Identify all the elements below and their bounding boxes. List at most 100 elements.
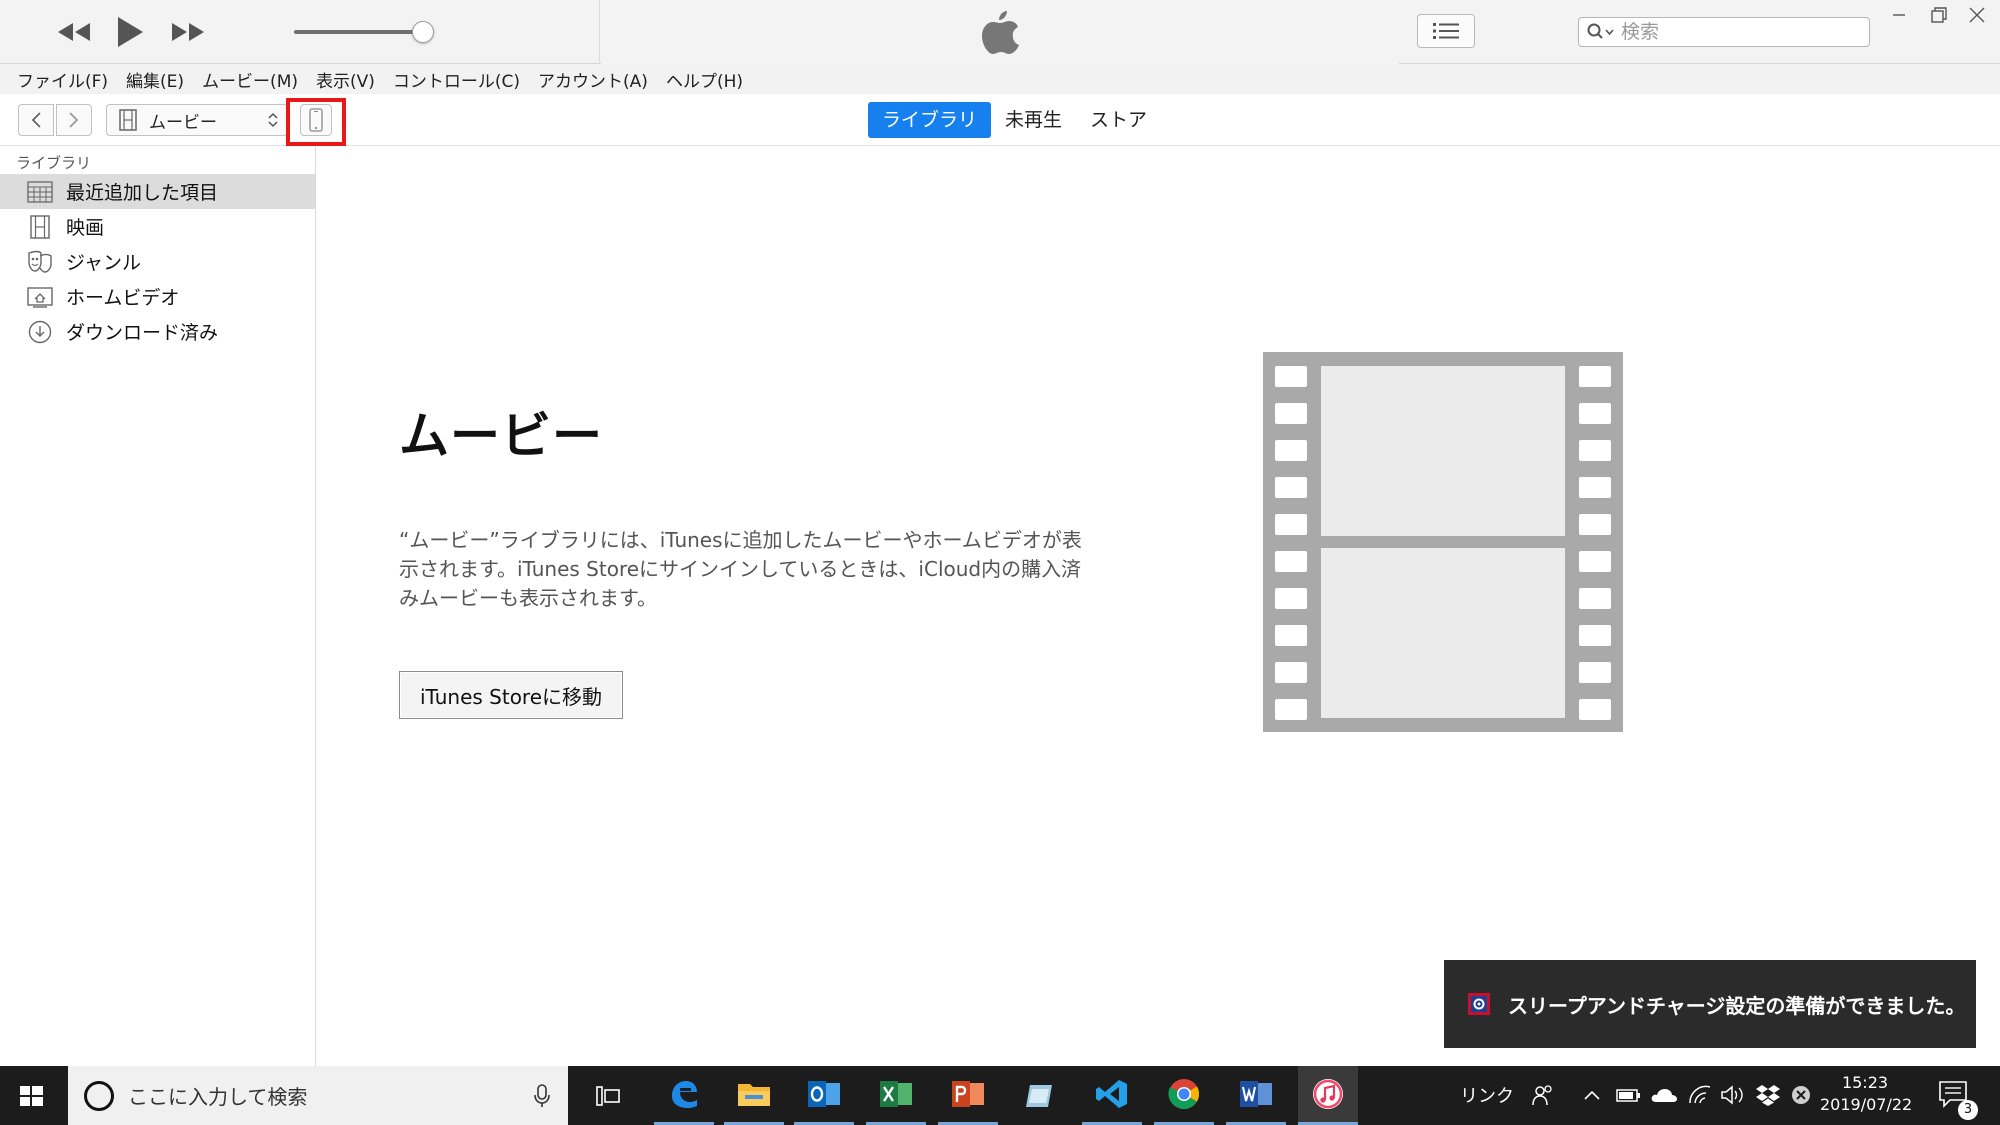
grid-icon	[26, 178, 54, 206]
minimize-button[interactable]	[1882, 2, 1916, 28]
dropbox-tray[interactable]	[1756, 1082, 1780, 1108]
speaker-icon	[1721, 1085, 1743, 1105]
links-toolbar[interactable]: リンク	[1460, 1082, 1514, 1108]
itunes-icon	[1313, 1079, 1343, 1109]
powerpoint-icon	[952, 1081, 984, 1107]
fast-forward-icon	[172, 23, 204, 41]
people-button[interactable]	[1530, 1082, 1556, 1108]
media-kind-select[interactable]: ムービー	[106, 104, 288, 136]
sidebar-item-downloaded[interactable]: ダウンロード済み	[0, 314, 315, 349]
sidebar-item-genres[interactable]: ジャンル	[0, 244, 315, 279]
apple-logo-icon	[982, 11, 1019, 54]
microphone-icon[interactable]	[534, 1083, 550, 1108]
system-clock[interactable]: 15:23 2019/07/22	[1820, 1072, 1912, 1116]
home-video-icon	[26, 283, 54, 311]
taskbar-search-box[interactable]: ここに入力して検索	[68, 1066, 568, 1125]
clock-time: 15:23	[1841, 1073, 1889, 1092]
vscode-icon	[1096, 1080, 1127, 1108]
vscode-app[interactable]	[1082, 1066, 1142, 1125]
cortana-icon	[84, 1080, 114, 1111]
sidebar-item-label: 最近追加した項目	[66, 182, 219, 204]
tab-library[interactable]: ライブラリ	[868, 102, 992, 138]
close-button[interactable]	[1960, 2, 1994, 28]
onedrive-tray[interactable]	[1650, 1082, 1678, 1108]
volume-knob[interactable]	[411, 21, 434, 43]
volume-tray[interactable]	[1720, 1082, 1746, 1108]
minimize-icon	[1893, 14, 1905, 16]
outlook-icon	[808, 1081, 840, 1107]
sidebar-item-label: ジャンル	[66, 252, 142, 274]
up-down-chevron-icon	[267, 111, 279, 130]
cloud-icon	[1651, 1089, 1677, 1102]
taskbar-search-placeholder: ここに入力して検索	[128, 1085, 308, 1109]
menu-account[interactable]: アカウント(A)	[529, 67, 657, 92]
folder-icon	[738, 1084, 770, 1106]
tab-store[interactable]: ストア	[1076, 102, 1161, 138]
page-title: ムービー	[399, 407, 603, 465]
status-display	[601, 0, 1399, 64]
restore-button[interactable]	[1922, 2, 1956, 28]
menu-edit[interactable]: 編集(E)	[117, 67, 193, 92]
edge-icon	[672, 1081, 697, 1108]
notes-icon	[1026, 1084, 1052, 1107]
outlook-app[interactable]	[794, 1066, 854, 1125]
edge-app[interactable]	[654, 1066, 714, 1125]
player-bar	[0, 0, 2000, 64]
start-button[interactable]	[14, 1080, 48, 1112]
chevron-right-icon	[69, 112, 79, 128]
menu-help[interactable]: ヘルプ(H)	[657, 67, 752, 92]
chrome-app[interactable]	[1154, 1066, 1214, 1125]
word-app[interactable]	[1226, 1066, 1286, 1125]
windows-logo-icon	[20, 1086, 43, 1106]
sidebar-item-movies[interactable]: 映画	[0, 209, 315, 244]
forward-button[interactable]	[56, 104, 92, 136]
back-button[interactable]	[18, 104, 54, 136]
status-error-tray[interactable]	[1790, 1082, 1812, 1108]
network-tray[interactable]	[1688, 1082, 1712, 1108]
task-view-button[interactable]	[578, 1066, 638, 1125]
search-icon	[1587, 23, 1614, 39]
powerpoint-app[interactable]	[938, 1066, 998, 1125]
menu-file[interactable]: ファイル(F)	[8, 67, 117, 92]
file-explorer-app[interactable]	[724, 1066, 784, 1125]
player-controls	[0, 0, 600, 64]
list-icon	[1433, 23, 1459, 39]
search-box[interactable]	[1578, 17, 1870, 47]
show-hidden-icons-button[interactable]	[1582, 1082, 1602, 1108]
task-view-icon	[596, 1085, 620, 1106]
sidebar-item-label: ダウンロード済み	[66, 322, 219, 344]
volume-slider[interactable]	[294, 21, 434, 43]
people-icon	[1532, 1085, 1552, 1106]
excel-app[interactable]	[866, 1066, 926, 1125]
library-description: “ムービー”ライブラリには、iTunesに追加したムービーやホームビデオが表示さ…	[399, 528, 1082, 610]
go-to-itunes-store-button[interactable]: iTunes Storeに移動	[399, 671, 623, 719]
menu-movie[interactable]: ムービー(M)	[193, 67, 307, 92]
chevron-left-icon	[31, 112, 41, 128]
toast-message: スリープアンドチャージ設定の準備ができました。	[1508, 993, 1966, 1018]
tab-unplayed[interactable]: 未再生	[991, 102, 1076, 138]
view-tabs: ライブラリ 未再生 ストア	[868, 102, 1161, 138]
menu-view[interactable]: 表示(V)	[307, 67, 384, 92]
sidebar-item-recently-added[interactable]: 最近追加した項目	[0, 174, 315, 209]
up-next-list-button[interactable]	[1417, 14, 1475, 48]
search-input[interactable]	[1621, 21, 1851, 43]
notification-toast[interactable]: スリープアンドチャージ設定の準備ができました。	[1444, 960, 1976, 1048]
chrome-icon	[1168, 1079, 1200, 1110]
notification-count-badge: 3	[1958, 1100, 1978, 1120]
menu-controls[interactable]: コントロール(C)	[384, 67, 529, 92]
itunes-app[interactable]	[1298, 1066, 1358, 1125]
play-button[interactable]	[108, 10, 152, 54]
film-icon	[26, 213, 54, 241]
close-icon	[1969, 7, 1985, 23]
notes-app[interactable]	[1010, 1066, 1070, 1125]
fast-forward-button[interactable]	[166, 14, 210, 50]
rewind-button[interactable]	[52, 14, 96, 50]
sidebar-item-label: 映画	[66, 217, 105, 239]
play-icon	[118, 17, 143, 47]
battery-tray[interactable]	[1616, 1082, 1642, 1108]
windows-taskbar: ここに入力して検索 リンク 15:23 2019/07/22 3	[0, 1066, 2000, 1125]
word-icon	[1240, 1081, 1272, 1107]
sidebar-item-home-videos[interactable]: ホームビデオ	[0, 279, 315, 314]
media-kind-label: ムービー	[149, 112, 217, 133]
excel-icon	[880, 1081, 912, 1107]
